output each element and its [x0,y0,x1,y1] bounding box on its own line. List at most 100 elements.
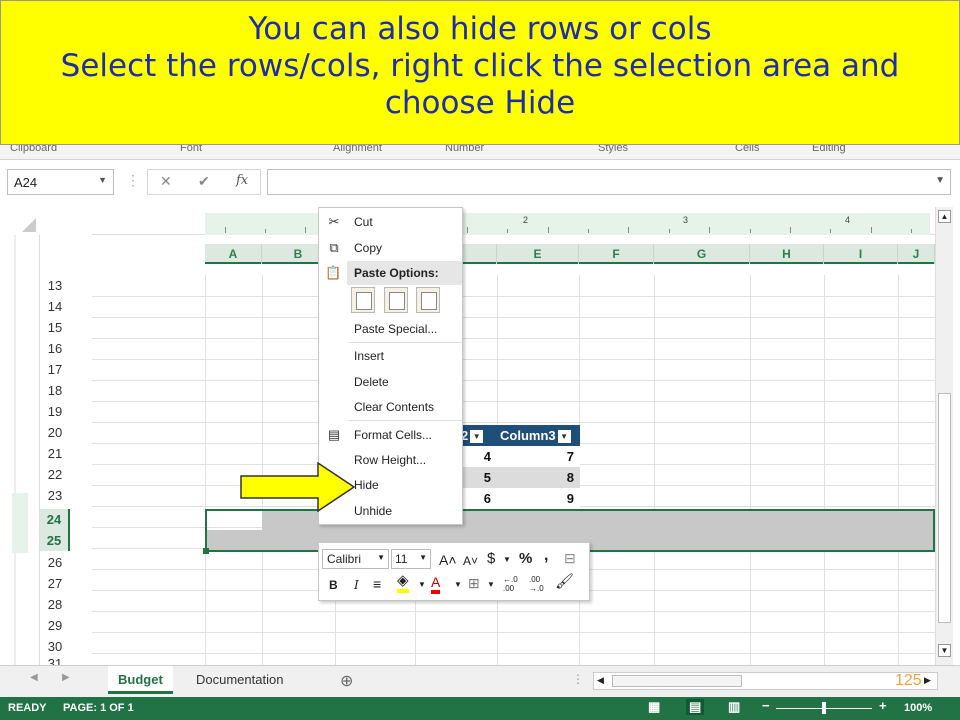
column-header[interactable]: F [579,244,654,264]
chevron-down-icon[interactable]: ▼ [503,551,511,569]
row-header[interactable]: 23 [40,485,70,506]
paste-picture-icon[interactable] [416,287,440,313]
fill-color-icon[interactable]: ◈ [397,573,409,593]
zoom-level[interactable]: 100% [904,702,932,714]
row-header-selected[interactable]: 25 [40,530,70,551]
format-painter-icon[interactable]: 🖌 [555,573,574,591]
column-header[interactable]: A [205,244,262,264]
mini-toolbar: Calibri ▼ 11 ▼ A˄ A˅ $ ▼ % , ⊟ B I ≡ ◈ ▼ A… [318,542,590,601]
chevron-down-icon[interactable]: ▼ [935,175,945,186]
horizontal-scrollbar[interactable]: ◀ ▶ [593,672,938,690]
slide-number: 125 [895,672,922,689]
page-layout-view-icon[interactable]: ▤ [686,699,705,715]
menu-item-format-cells[interactable]: ▤ Format Cells... [319,423,462,447]
ruler-number: 4 [845,215,851,225]
enter-icon[interactable]: ✔ [198,173,210,190]
scroll-right-icon[interactable]: ▶ [62,672,70,683]
bold-button[interactable]: B [329,576,338,594]
table-header-column3[interactable]: Column3 ▼ [500,428,571,444]
add-sheet-icon[interactable]: ⊕ [340,671,353,691]
zoom-out-icon[interactable]: − [762,698,770,713]
row-header[interactable]: 14 [40,296,70,317]
comma-button[interactable]: , [544,547,548,565]
paste-option-icon[interactable] [351,287,375,313]
table-cell[interactable]: 7 [497,446,580,467]
row-header[interactable]: 31 [40,657,70,665]
decrease-decimal-button[interactable]: .00 →.0 [529,575,551,593]
borders-icon[interactable]: ⊞ [468,574,480,592]
paste-formulas-icon[interactable] [384,287,408,313]
chevron-down-icon[interactable]: ▼ [487,576,495,594]
italic-button[interactable]: I [354,576,359,594]
scroll-left-icon[interactable]: ◀ [30,672,38,683]
row-header[interactable]: 29 [40,615,70,636]
column-header-bar: A B C D E F G H I J [205,244,935,264]
increase-decimal-button[interactable]: ←.0 .00 [503,575,525,593]
sheet-tab-documentation[interactable]: Documentation [186,666,293,694]
page-break-view-icon[interactable]: ▥ [728,699,740,715]
row-header[interactable]: 15 [40,317,70,338]
zoom-in-icon[interactable]: + [879,698,887,713]
font-size-select[interactable]: 11 ▼ [391,549,431,569]
fill-handle[interactable] [203,548,209,554]
font-color-button[interactable]: A [431,574,441,594]
vertical-scrollbar[interactable]: ▲ ▼ [935,207,953,665]
insert-function-button[interactable]: fx [236,173,248,188]
row-header[interactable]: 17 [40,359,70,380]
scroll-thumb[interactable] [938,393,951,623]
row-header[interactable]: 20 [40,422,70,443]
row-header[interactable]: 22 [40,464,70,485]
row-header[interactable]: 13 [40,275,70,296]
zoom-slider-thumb[interactable] [822,702,826,714]
scroll-left-icon[interactable]: ◀ [597,675,604,686]
scissors-icon: ✂ [328,214,340,229]
percent-button[interactable]: % [519,550,532,568]
column-header[interactable]: E [497,244,579,264]
scroll-up-icon[interactable]: ▲ [938,210,951,223]
scroll-down-icon[interactable]: ▼ [938,644,951,657]
font-name-select[interactable]: Calibri ▼ [322,549,389,569]
grow-font-icon[interactable]: A˄ [439,551,457,569]
row-header[interactable]: 19 [40,401,70,422]
format-table-icon[interactable]: ⊟ [564,549,576,567]
currency-button[interactable]: $ [487,550,495,568]
cancel-icon[interactable]: ✕ [160,173,172,190]
formula-input[interactable]: ▼ [267,169,951,195]
ruler-margin-area: 2 3 4 [205,213,930,235]
menu-item-insert[interactable]: Insert [319,344,462,368]
paste-icon: 📋 [325,265,342,280]
table-cell[interactable]: 8 [497,467,580,488]
scroll-right-icon[interactable]: ▶ [924,675,931,686]
row-header[interactable]: 16 [40,338,70,359]
row-header[interactable]: 21 [40,443,70,464]
menu-item-delete[interactable]: Delete [319,370,462,394]
shrink-font-icon[interactable]: A˅ [463,552,478,570]
ruler-number: 3 [683,215,689,225]
row-header[interactable]: 18 [40,380,70,401]
column-header[interactable]: J [898,244,935,264]
chevron-down-icon[interactable]: ▼ [418,576,426,594]
row-header[interactable]: 28 [40,594,70,615]
menu-item-cut[interactable]: ✂ Cut [319,210,462,234]
chevron-down-icon[interactable]: ▼ [98,175,107,185]
sheet-tab-budget[interactable]: Budget [108,666,173,694]
filter-dropdown-icon: ▼ [557,430,571,444]
name-box[interactable]: A24 ▼ [7,169,114,195]
column-header[interactable]: G [654,244,750,264]
table-cell[interactable]: 9 [497,488,580,509]
column-header[interactable]: I [824,244,898,264]
select-all-corner[interactable] [22,218,36,232]
row-header-selected[interactable]: 24 [40,509,70,530]
chevron-down-icon: ▼ [377,553,385,562]
scroll-thumb[interactable] [612,675,742,687]
menu-item-paste-special[interactable]: Paste Special... [319,317,462,341]
row-header[interactable]: 27 [40,573,70,594]
row-header[interactable]: 30 [40,636,70,657]
row-header[interactable]: 26 [40,552,70,573]
menu-item-clear-contents[interactable]: Clear Contents [319,395,462,419]
align-center-icon[interactable]: ≡ [373,575,381,593]
column-header[interactable]: H [750,244,824,264]
chevron-down-icon[interactable]: ▼ [454,576,462,594]
menu-item-copy[interactable]: ⧉ Copy [319,236,462,260]
normal-view-icon[interactable]: ▦ [648,699,660,715]
